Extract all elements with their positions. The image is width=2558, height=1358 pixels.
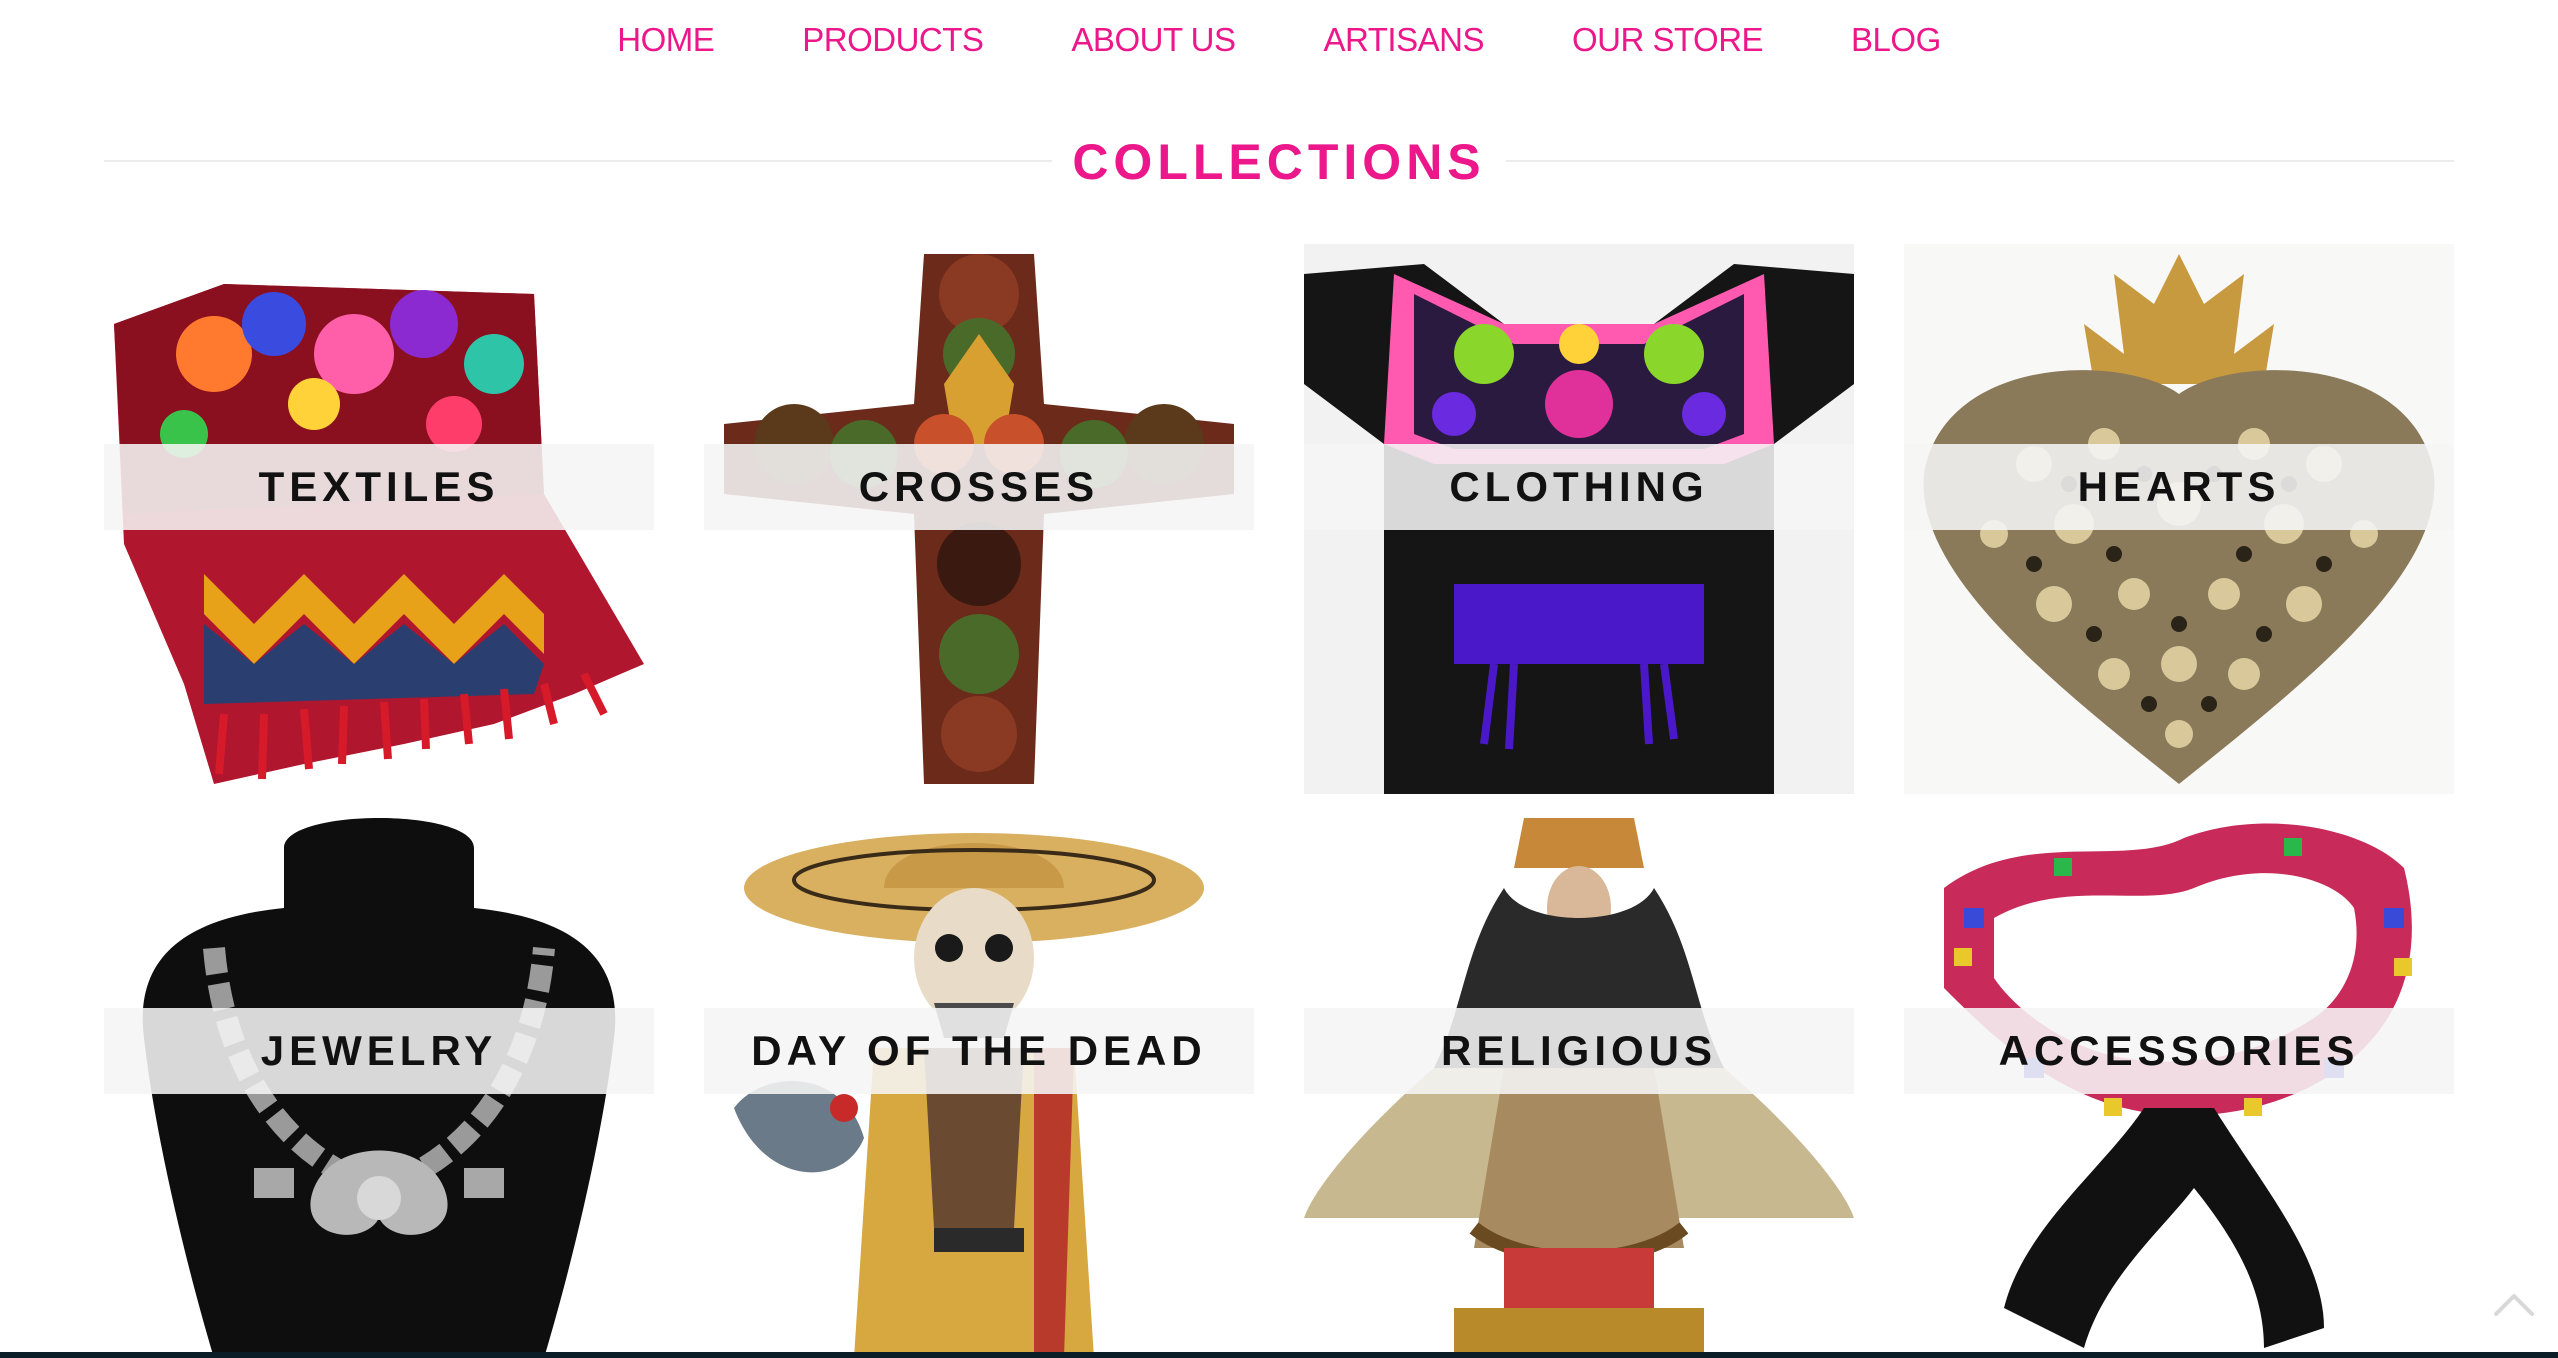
nav-blog[interactable]: BLOG [1851, 0, 1941, 80]
collection-label: HEARTS [2077, 463, 2281, 510]
collection-label-band: TEXTILES [104, 444, 654, 530]
main-nav: HOME PRODUCTS ABOUT US ARTISANS OUR STOR… [0, 0, 2558, 80]
nav-home[interactable]: HOME [617, 0, 715, 80]
nav-artisans[interactable]: ARTISANS [1324, 0, 1485, 80]
collection-tile-day-of-the-dead[interactable]: DAY OF THE DEAD [704, 808, 1254, 1358]
collection-label: JEWELRY [260, 1027, 498, 1074]
collection-label-band: CROSSES [704, 444, 1254, 530]
collection-tile-textiles[interactable]: TEXTILES [104, 244, 654, 794]
collection-tile-hearts[interactable]: HEARTS [1904, 244, 2454, 794]
collection-label: CLOTHING [1449, 463, 1709, 510]
collection-tile-crosses[interactable]: CROSSES [704, 244, 1254, 794]
collection-label-band: JEWELRY [104, 1008, 654, 1094]
collection-label: DAY OF THE DEAD [751, 1027, 1207, 1074]
collection-label-band: ACCESSORIES [1904, 1008, 2454, 1094]
collection-label-band: DAY OF THE DEAD [704, 1008, 1254, 1094]
nav-products[interactable]: PRODUCTS [802, 0, 984, 80]
collections-heading: COLLECTIONS [104, 128, 2454, 196]
nav-our-store[interactable]: OUR STORE [1572, 0, 1764, 80]
collection-label: ACCESSORIES [1998, 1027, 2360, 1074]
collection-tile-accessories[interactable]: ACCESSORIES [1904, 808, 2454, 1358]
bottom-edge-bar [0, 1352, 2558, 1358]
collection-tile-religious[interactable]: RELIGIOUS [1304, 808, 1854, 1358]
collection-label-band: RELIGIOUS [1304, 1008, 1854, 1094]
nav-about-us[interactable]: ABOUT US [1071, 0, 1236, 80]
collection-label: CROSSES [858, 463, 1100, 510]
scroll-to-top-icon[interactable] [2492, 1288, 2536, 1318]
collection-label-band: HEARTS [1904, 444, 2454, 530]
collection-tile-jewelry[interactable]: JEWELRY [104, 808, 654, 1358]
collection-label: TEXTILES [258, 463, 500, 510]
collection-label: RELIGIOUS [1440, 1027, 1718, 1074]
collection-label-band: CLOTHING [1304, 444, 1854, 530]
collections-page: HOME PRODUCTS ABOUT US ARTISANS OUR STOR… [0, 0, 2558, 1358]
page-title: COLLECTIONS [1072, 134, 1486, 190]
collection-tile-clothing[interactable]: CLOTHING [1304, 244, 1854, 794]
